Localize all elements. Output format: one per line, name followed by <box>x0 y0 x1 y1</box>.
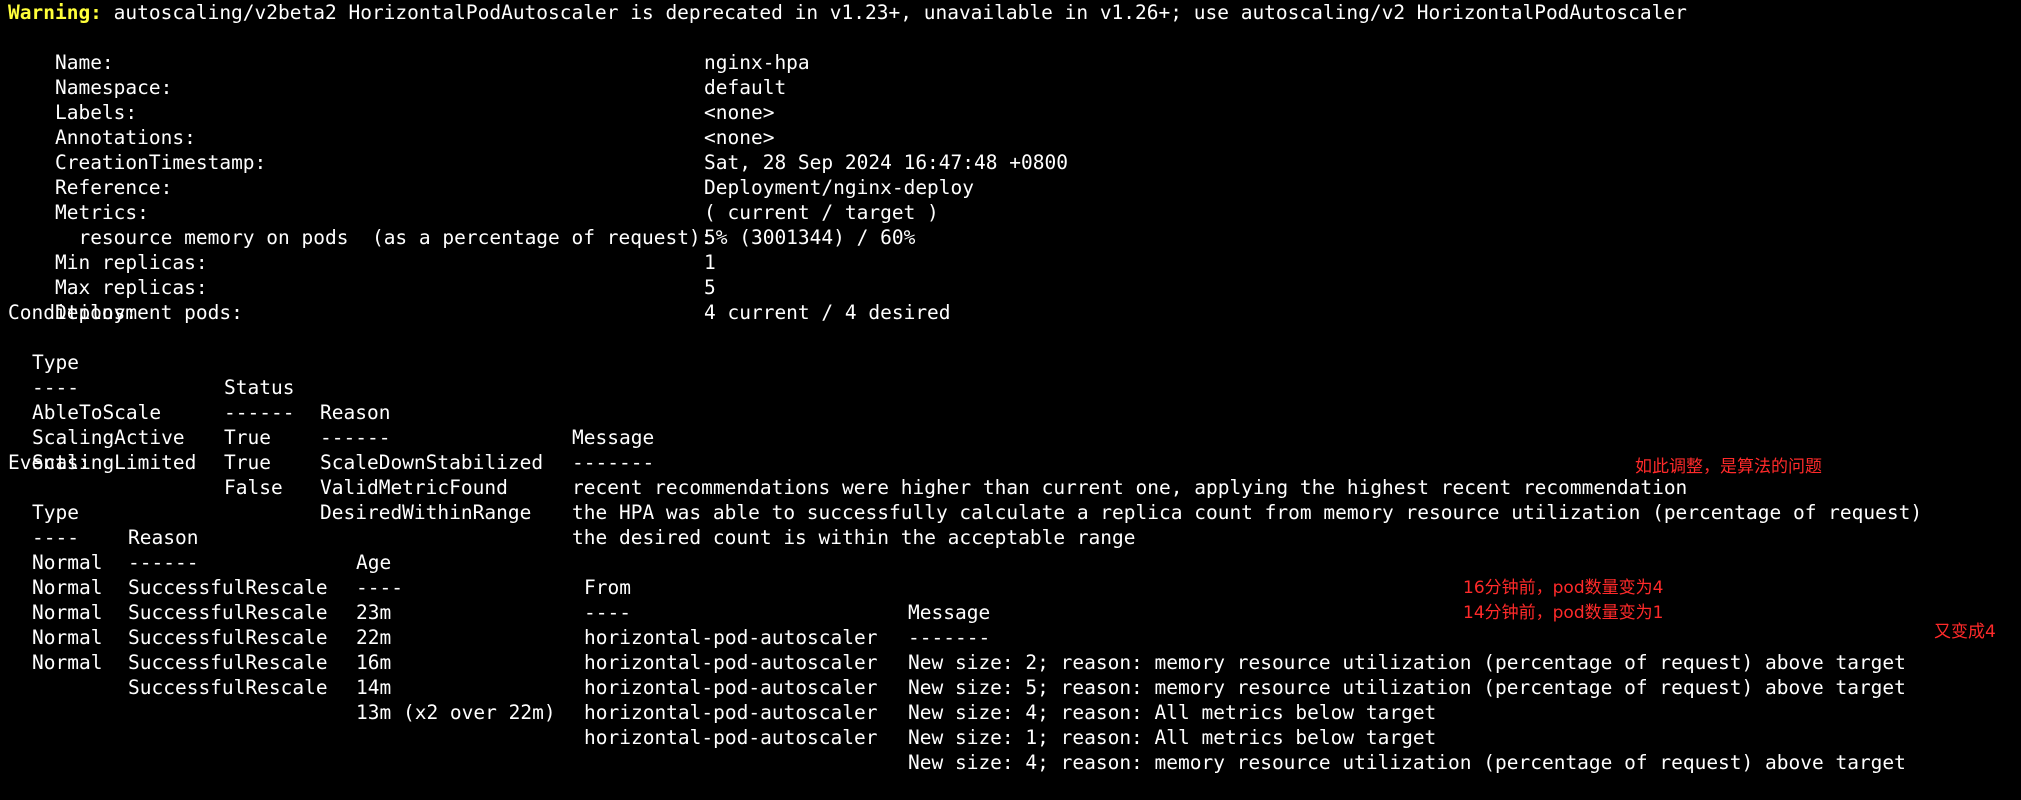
conditions-title: Conditions: <box>8 301 138 324</box>
event-from: horizontal-pod-autoscaler <box>584 651 878 674</box>
event-type: Normal <box>32 651 103 674</box>
event-age: 16m <box>356 651 392 674</box>
event-reason: SuccessfulRescale <box>128 676 328 699</box>
events-dash-row: ---- ------ ---- ---- ------- <box>8 500 2008 649</box>
field-value: 4 current / 4 desired <box>704 301 951 324</box>
events-title: Events: <box>8 451 91 474</box>
field-row-annotations: Annotations: <none> <box>8 100 2008 149</box>
deprecation-warning: Warning: autoscaling/v2beta2 HorizontalP… <box>8 0 1687 25</box>
terminal-output: Warning: autoscaling/v2beta2 HorizontalP… <box>8 0 2013 774</box>
field-row-metrics: Metrics:( current / target ) <box>8 175 2008 224</box>
field-row-max-replicas: Max replicas: 5 <box>8 250 2008 299</box>
warning-text: autoscaling/v2beta2 HorizontalPodAutosca… <box>101 1 1687 24</box>
condition-row-scaling-active: ScalingActive True ValidMetricFound the … <box>8 400 2008 524</box>
conditions-header-row: Type Status Reason Message <box>8 325 2008 449</box>
event-from: horizontal-pod-autoscaler <box>584 676 878 699</box>
condition-status: True <box>224 451 271 474</box>
event-message: New size: 2; reason: memory resource uti… <box>908 651 1906 674</box>
field-row-reference: Reference: Deployment/nginx-deploy <box>8 150 2008 199</box>
event-reason: SuccessfulRescale <box>128 651 328 674</box>
condition-reason: ScaleDownStabilized <box>320 451 544 474</box>
events-header-row: Type Reason Age From Message <box>8 475 2008 624</box>
field-row-labels: Labels: <none> <box>8 75 2008 124</box>
condition-row-able-to-scale: AbleToScale True ScaleDownStabilized rec… <box>8 375 2008 499</box>
condition-row-scaling-limited: ScalingLimited False DesiredWithinRange … <box>8 425 2008 549</box>
event-age: 13m (x2 over 22m) <box>356 701 556 724</box>
event-age: 14m <box>356 676 392 699</box>
annotation-13m-note: 又变成4 <box>1934 622 1996 642</box>
conditions-dash-row: ---- ------ ------ ------- <box>8 350 2008 474</box>
event-row: Normal SuccessfulRescale 13m (x2 over 22… <box>8 625 2008 774</box>
annotation-algorithm-note: 如此调整，是算法的问题 <box>1635 457 1822 477</box>
event-from: horizontal-pod-autoscaler <box>584 726 878 749</box>
field-row-deployment-pods: Deployment pods: 4 current / 4 desired <box>8 275 2008 324</box>
field-row-min-replicas: Min replicas: 1 <box>8 225 2008 274</box>
field-row-name: Name: nginx-hpa <box>8 25 2008 74</box>
event-row: Normal SuccessfulRescale 14m horizontal-… <box>8 600 2008 749</box>
event-row: Normal SuccessfulRescale 23m horizontal-… <box>8 525 2008 674</box>
field-row-creation-timestamp: CreationTimestamp: Sat, 28 Sep 2024 16:47… <box>8 125 2008 174</box>
event-row: Normal SuccessfulRescale 16m horizontal-… <box>8 575 2008 724</box>
field-row-namespace: Namespace: default <box>8 50 2008 99</box>
event-message: New size: 5; reason: memory resource uti… <box>908 676 1906 699</box>
field-row-memory-metric: resource memory on pods (as a percentage… <box>8 200 2008 249</box>
event-from: horizontal-pod-autoscaler <box>584 701 878 724</box>
event-message: New size: 4; reason: memory resource uti… <box>908 751 1906 774</box>
warning-label: Warning: <box>8 1 102 24</box>
event-message: New size: 1; reason: All metrics below t… <box>908 726 1437 749</box>
annotation-14m-note: 14分钟前，pod数量变为1 <box>1463 603 1664 623</box>
conditions-dash: ------- <box>572 451 655 474</box>
event-message: New size: 4; reason: All metrics below t… <box>908 701 1437 724</box>
event-row: Normal SuccessfulRescale 22m horizontal-… <box>8 550 2008 699</box>
annotation-16m-note: 16分钟前，pod数量变为4 <box>1463 578 1664 598</box>
